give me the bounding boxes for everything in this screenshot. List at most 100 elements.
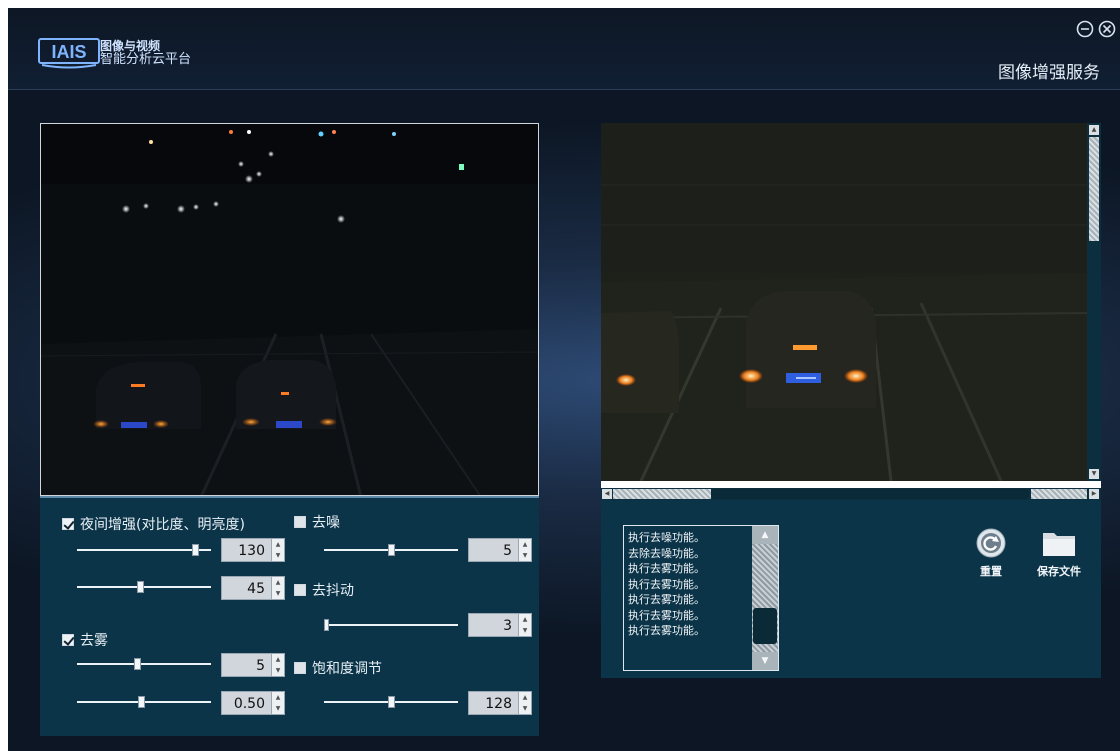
defog-strength-spinbox[interactable]: 5 ▲ ▼ <box>221 653 285 677</box>
scroll-down-icon[interactable]: ▼ <box>1089 469 1099 479</box>
service-title: 图像增强服务 <box>998 63 1100 83</box>
horizontal-scrollbar[interactable]: ◀ ▶ <box>601 488 1101 500</box>
logo-icon: IAIS <box>38 38 100 69</box>
spin-down-icon[interactable]: ▼ <box>272 588 284 599</box>
denoise-spinbox[interactable]: 5 ▲ ▼ <box>468 538 532 562</box>
defog-factor-value[interactable]: 0.50 <box>221 691 272 715</box>
denoise-check[interactable] <box>294 516 306 528</box>
result-panel: ▲ ▼ ◀ ▶ 执行去噪功能。 去除去噪功能。 执行去雾功能。 执行去雾功能。 … <box>601 123 1101 678</box>
vertical-scrollbar[interactable]: ▲ ▼ <box>1087 123 1101 481</box>
deshake-value[interactable]: 3 <box>468 613 519 637</box>
reset-button[interactable]: 重置 <box>975 527 1007 579</box>
defog-strength-slider[interactable] <box>77 657 211 671</box>
saturation-checkbox[interactable]: 饱和度调节 <box>294 658 382 678</box>
log-line: 执行去雾功能。 <box>628 562 705 575</box>
scroll-left-icon[interactable]: ◀ <box>602 489 612 499</box>
contrast-value[interactable]: 130 <box>221 538 272 562</box>
slider-thumb[interactable] <box>136 581 144 593</box>
slider-thumb[interactable] <box>138 696 146 708</box>
operation-log: 执行去噪功能。 去除去噪功能。 执行去雾功能。 执行去雾功能。 执行去雾功能。 … <box>623 525 779 671</box>
reset-icon <box>976 528 1006 558</box>
spin-up-icon[interactable]: ▲ <box>272 692 284 703</box>
divider <box>601 481 1101 488</box>
spin-up-icon[interactable]: ▲ <box>519 614 531 625</box>
contrast-spinbox[interactable]: 130 ▲ ▼ <box>221 538 285 562</box>
scroll-right-icon[interactable]: ▶ <box>1089 489 1099 499</box>
deshake-slider[interactable] <box>324 618 458 632</box>
slider-thumb[interactable] <box>191 544 199 556</box>
reset-label: 重置 <box>980 565 1002 578</box>
log-scrollbar[interactable]: ▲ ▼ <box>752 526 778 670</box>
night-enhance-label: 夜间增强(对比度、明亮度) <box>80 517 245 533</box>
defog-factor-slider[interactable] <box>77 695 211 709</box>
saturation-check[interactable] <box>294 662 306 674</box>
denoise-checkbox[interactable]: 去噪 <box>294 512 340 532</box>
spin-up-icon[interactable]: ▲ <box>519 692 531 703</box>
enhancement-controls-panel: 夜间增强(对比度、明亮度) 去噪 130 ▲ ▼ 5 ▲ ▼ 45 ▲ ▼ 去抖… <box>40 496 539 736</box>
logo-text: IAIS <box>51 42 86 62</box>
defog-label: 去雾 <box>80 633 108 649</box>
saturation-value[interactable]: 128 <box>468 691 519 715</box>
denoise-value[interactable]: 5 <box>468 538 519 562</box>
save-file-label: 保存文件 <box>1037 565 1081 578</box>
saturation-slider[interactable] <box>324 695 458 709</box>
night-enhance-checkbox[interactable]: 夜间增强(对比度、明亮度) <box>62 514 245 534</box>
slider-thumb[interactable] <box>324 619 329 631</box>
platform-name: 图像与视频 智能分析云平台 <box>100 39 191 67</box>
original-video-view <box>40 123 539 496</box>
saturation-spinbox[interactable]: 128 ▲ ▼ <box>468 691 532 715</box>
log-line: 执行去雾功能。 <box>628 608 705 622</box>
log-scroll-thumb[interactable] <box>753 608 777 644</box>
deshake-spinbox[interactable]: 3 ▲ ▼ <box>468 613 532 637</box>
window-controls <box>1076 20 1116 38</box>
spin-down-icon[interactable]: ▼ <box>519 550 531 561</box>
spin-up-icon[interactable]: ▲ <box>272 577 284 588</box>
spin-up-icon[interactable]: ▲ <box>519 539 531 550</box>
spin-down-icon[interactable]: ▼ <box>519 703 531 714</box>
slider-thumb[interactable] <box>134 658 142 670</box>
log-lines: 执行去噪功能。 去除去噪功能。 执行去雾功能。 执行去雾功能。 执行去雾功能。 … <box>628 530 705 639</box>
spin-down-icon[interactable]: ▼ <box>272 703 284 714</box>
deshake-check[interactable] <box>294 584 306 596</box>
spin-down-icon[interactable]: ▼ <box>272 665 284 676</box>
deshake-label: 去抖动 <box>312 583 354 599</box>
denoise-slider[interactable] <box>324 543 458 557</box>
app-window: IAIS 图像与视频 智能分析云平台 图像增强服务 夜间增强(对比度、明亮度) … <box>8 8 1120 751</box>
log-line: 去除去噪功能。 <box>628 546 705 560</box>
scroll-up-icon[interactable]: ▲ <box>752 526 778 544</box>
spin-down-icon[interactable]: ▼ <box>272 550 284 561</box>
save-file-button[interactable]: 保存文件 <box>1037 527 1081 579</box>
log-line: 执行去噪功能。 <box>628 531 705 544</box>
defog-checkbox[interactable]: 去雾 <box>62 630 108 650</box>
enhanced-video-view <box>601 123 1087 481</box>
brightness-slider[interactable] <box>77 580 211 594</box>
log-line: 执行去雾功能。 <box>628 593 705 606</box>
spin-up-icon[interactable]: ▲ <box>272 654 284 665</box>
brightness-spinbox[interactable]: 45 ▲ ▼ <box>221 576 285 600</box>
scroll-down-icon[interactable]: ▼ <box>752 652 778 670</box>
slider-thumb[interactable] <box>388 544 395 556</box>
deshake-checkbox[interactable]: 去抖动 <box>294 580 354 600</box>
platform-name-line1: 图像与视频 <box>100 39 161 53</box>
night-enhance-check[interactable] <box>62 518 74 530</box>
platform-name-line2: 智能分析云平台 <box>100 52 192 67</box>
denoise-label: 去噪 <box>312 515 340 531</box>
brightness-value[interactable]: 45 <box>221 576 272 600</box>
header-bar: IAIS 图像与视频 智能分析云平台 图像增强服务 <box>8 8 1120 90</box>
defog-strength-value[interactable]: 5 <box>221 653 272 677</box>
enhanced-road-image <box>601 123 1087 481</box>
horizontal-scroll-thumb[interactable] <box>711 489 1029 499</box>
minimize-icon[interactable] <box>1076 20 1094 38</box>
defog-check[interactable] <box>62 634 74 646</box>
contrast-slider[interactable] <box>77 543 211 557</box>
defog-factor-spinbox[interactable]: 0.50 ▲ ▼ <box>221 691 285 715</box>
log-line: 执行去雾功能。 <box>628 577 705 591</box>
spin-up-icon[interactable]: ▲ <box>272 539 284 550</box>
spin-down-icon[interactable]: ▼ <box>519 625 531 636</box>
log-line: 执行去雾功能。 <box>628 624 705 637</box>
folder-icon <box>1043 533 1075 556</box>
close-icon[interactable] <box>1098 20 1116 38</box>
scroll-up-icon[interactable]: ▲ <box>1089 125 1099 135</box>
slider-thumb[interactable] <box>388 696 395 708</box>
saturation-label: 饱和度调节 <box>312 661 382 677</box>
